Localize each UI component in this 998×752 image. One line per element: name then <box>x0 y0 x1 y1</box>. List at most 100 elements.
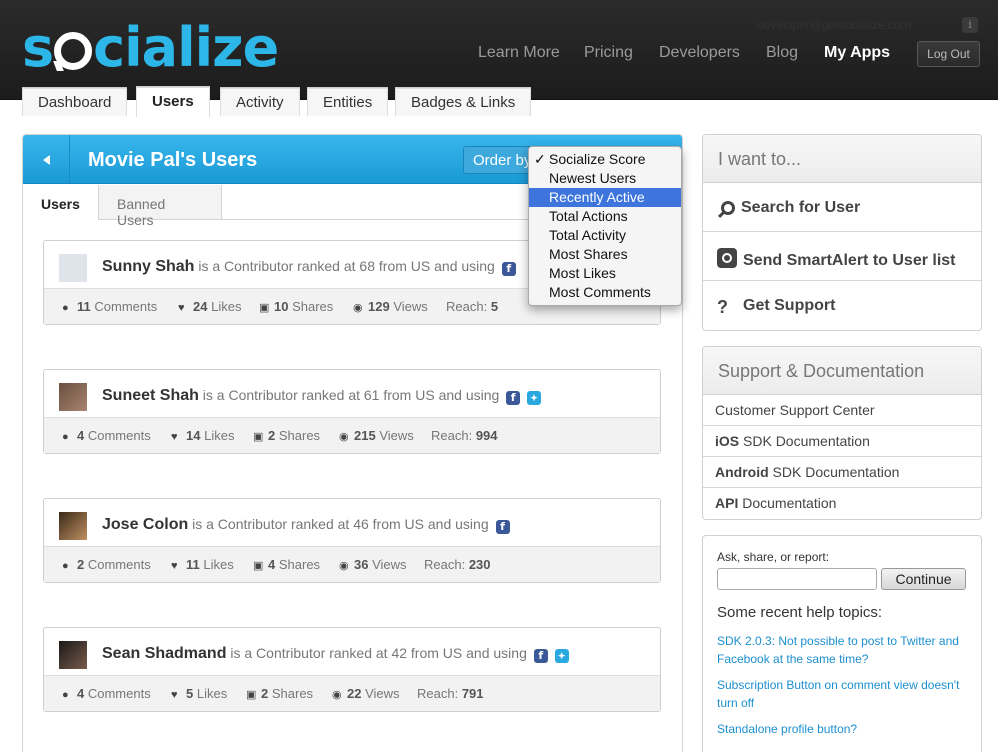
shares-stat: ▣ 2 Shares <box>246 686 314 701</box>
order-option[interactable]: Most Likes <box>529 264 681 283</box>
views-stat: ◉ 36 Views <box>339 557 407 572</box>
help-topic-link[interactable]: SDK 2.0.3: Not possible to post to Twitt… <box>717 632 967 668</box>
eye-icon: ◉ <box>339 560 349 572</box>
tab-users-list[interactable]: Users <box>23 185 99 220</box>
help-box: Ask, share, or report: Continue Some rec… <box>702 535 982 752</box>
order-by-label: Order by <box>473 152 532 169</box>
order-option[interactable]: Most Comments <box>529 283 681 302</box>
user-card[interactable]: Suneet Shah is a Contributor ranked at 6… <box>43 369 661 454</box>
comment-icon: ● <box>62 689 69 701</box>
share-icon: ▣ <box>246 689 257 701</box>
help-input[interactable] <box>717 568 877 590</box>
facebook-icon: f <box>495 520 510 534</box>
get-support-link[interactable]: ? Get Support <box>703 281 981 330</box>
eye-icon: ◉ <box>339 431 349 443</box>
share-icon: ▣ <box>259 302 270 314</box>
avatar <box>59 641 87 669</box>
comments-stat: ● 4 Comments <box>62 428 151 443</box>
top-header: s cialize developer@getsocialize.com i Le… <box>0 0 998 117</box>
heart-icon: ♥ <box>178 302 185 314</box>
tab-activity[interactable]: Activity <box>220 88 300 116</box>
user-description: is a Contributor ranked at 61 from US an… <box>202 387 500 403</box>
doc-link-android[interactable]: Android SDK Documentation <box>703 457 981 488</box>
account-email: developer@getsocialize.com <box>757 18 911 32</box>
support-docs-title: Support & Documentation <box>703 347 981 395</box>
nav-developers[interactable]: Developers <box>659 44 740 62</box>
avatar <box>59 512 87 540</box>
support-docs-box: Support & Documentation Customer Support… <box>702 346 982 520</box>
tab-banned-users[interactable]: Banned Users <box>99 185 222 228</box>
order-option[interactable]: Total Activity <box>529 226 681 245</box>
shares-stat: ▣ 2 Shares <box>253 428 321 443</box>
help-topic-link[interactable]: Subscription Button on comment view does… <box>717 676 967 712</box>
comment-icon: ● <box>62 560 69 572</box>
order-option-highlighted[interactable]: Recently Active <box>529 188 681 207</box>
i-want-to-box: I want to... Search for User Send SmartA… <box>702 134 982 331</box>
reach-stat: Reach: 230 <box>424 557 491 572</box>
user-card[interactable]: Jose Colon is a Contributor ranked at 46… <box>43 498 661 583</box>
likes-stat: ♥ 14 Likes <box>171 428 235 443</box>
nav-my-apps[interactable]: My Apps <box>824 44 890 62</box>
tab-entities[interactable]: Entities <box>307 88 389 116</box>
user-name[interactable]: Sean Shadmand <box>102 645 226 662</box>
shares-stat: ▣ 10 Shares <box>259 299 334 314</box>
user-stats: ● 2 Comments ♥ 11 Likes ▣ 4 Shares ◉ 36 View… <box>44 546 660 582</box>
user-name[interactable]: Jose Colon <box>102 516 188 533</box>
nav-blog[interactable]: Blog <box>766 44 798 62</box>
share-icon: ▣ <box>253 431 264 443</box>
shares-stat: ▣ 4 Shares <box>253 557 321 572</box>
info-icon[interactable]: i <box>962 17 978 33</box>
share-icon: ▣ <box>253 560 264 572</box>
logo-text-left: s <box>22 16 54 79</box>
avatar <box>59 254 87 282</box>
heart-icon: ♥ <box>171 689 178 701</box>
nav-pricing[interactable]: Pricing <box>584 44 633 62</box>
socialize-logo[interactable]: s cialize <box>22 16 279 79</box>
doc-link-support-center[interactable]: Customer Support Center <box>703 395 981 426</box>
user-stats: ● 4 Comments ♥ 14 Likes ▣ 2 Shares ◉ 215 Vie… <box>44 417 660 453</box>
help-topics-title: Some recent help topics: <box>717 604 883 621</box>
heart-icon: ♥ <box>171 431 178 443</box>
user-name[interactable]: Sunny Shah <box>102 258 194 275</box>
doc-link-api[interactable]: API Documentation <box>703 488 981 519</box>
logo-text-right: cialize <box>93 16 279 79</box>
check-icon: ✓ <box>534 151 546 167</box>
comment-icon: ● <box>62 302 69 314</box>
user-name[interactable]: Suneet Shah <box>102 387 199 404</box>
order-option[interactable]: Newest Users <box>529 169 681 188</box>
order-by-dropdown[interactable]: ✓ Socialize Score Newest Users Recently A… <box>528 146 682 306</box>
eye-icon: ◉ <box>353 302 363 314</box>
user-description: is a Contributor ranked at 42 from US an… <box>230 645 527 661</box>
heart-icon: ♥ <box>171 560 178 572</box>
facebook-icon: f <box>533 649 548 663</box>
avatar <box>59 383 87 411</box>
help-topic-link[interactable]: Standalone profile button? <box>717 720 967 738</box>
order-option[interactable]: Total Actions <box>529 207 681 226</box>
i-want-to-title: I want to... <box>703 135 981 183</box>
tab-dashboard[interactable]: Dashboard <box>22 88 128 116</box>
views-stat: ◉ 215 Views <box>339 428 414 443</box>
search-icon <box>721 201 735 215</box>
user-description: is a Contributor ranked at 68 from US an… <box>198 258 495 274</box>
eye-icon: ◉ <box>332 689 342 701</box>
user-card[interactable]: Sean Shadmand is a Contributor ranked at… <box>43 627 661 712</box>
reach-stat: Reach: 5 <box>446 299 499 314</box>
likes-stat: ♥ 5 Likes <box>171 686 228 701</box>
logout-button[interactable]: Log Out <box>917 41 980 67</box>
tab-users[interactable]: Users <box>136 87 210 117</box>
views-stat: ◉ 129 Views <box>353 299 428 314</box>
facebook-icon: f <box>506 391 521 405</box>
speech-bubble-icon <box>54 32 93 70</box>
back-arrow-icon[interactable] <box>23 135 70 184</box>
page-title: Movie Pal's Users <box>88 149 258 171</box>
help-prompt: Ask, share, or report: <box>717 550 830 564</box>
continue-button[interactable]: Continue <box>881 568 966 590</box>
twitter-icon: ✦ <box>554 649 569 663</box>
order-option[interactable]: Most Shares <box>529 245 681 264</box>
order-option[interactable]: ✓ Socialize Score <box>529 150 681 169</box>
search-for-user-link[interactable]: Search for User <box>703 183 981 232</box>
tab-badges-links[interactable]: Badges & Links <box>395 88 532 116</box>
nav-learn-more[interactable]: Learn More <box>478 44 560 62</box>
doc-link-ios[interactable]: iOS SDK Documentation <box>703 426 981 457</box>
send-smartalert-link[interactable]: Send SmartAlert to User list <box>703 232 981 281</box>
